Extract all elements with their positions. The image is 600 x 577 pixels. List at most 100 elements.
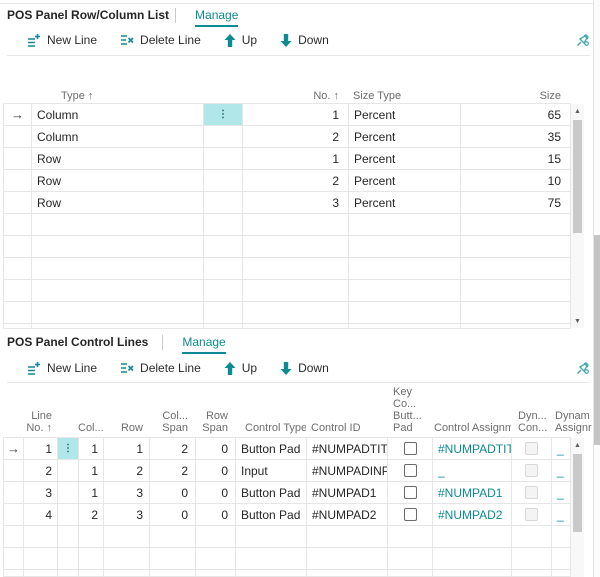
key-pad-checkbox[interactable] — [403, 508, 417, 521]
cell-col-span[interactable]: 2 — [150, 460, 196, 482]
cell-dynam-assignm[interactable]: _ — [552, 438, 571, 460]
column-header-type[interactable]: Type ↑ — [31, 90, 203, 102]
column-header-row-span[interactable]: Row Span — [195, 410, 235, 435]
key-pad-checkbox[interactable] — [403, 442, 417, 455]
part1-manage-tab[interactable]: Manage — [195, 8, 239, 27]
cell-col[interactable]: 1 — [79, 460, 104, 482]
cell-key-button-pad[interactable] — [388, 482, 433, 504]
column-header-line-no[interactable]: Line No. ↑ — [23, 410, 57, 435]
cell-key-button-pad[interactable] — [388, 438, 433, 460]
cell-size-type[interactable]: Percent — [349, 192, 461, 214]
key-pad-checkbox[interactable] — [403, 486, 417, 499]
cell-control-type[interactable]: Button Pad — [236, 438, 307, 460]
cell-control-type[interactable]: Button Pad — [236, 504, 307, 526]
cell-type[interactable]: Column — [32, 104, 204, 126]
page-scrollbar-thumb[interactable] — [594, 235, 600, 445]
cell-no[interactable]: 2 — [243, 170, 349, 192]
cell-type[interactable]: Column — [32, 126, 204, 148]
cell-menu[interactable] — [58, 482, 79, 504]
cell-control-assignm[interactable]: _ — [433, 460, 512, 482]
cell-row-span[interactable]: 0 — [196, 504, 236, 526]
row-selector[interactable]: → — [4, 438, 24, 460]
column-header-key-button-pad[interactable]: Key Co... Butt... Pad — [387, 386, 432, 435]
cell-size[interactable]: 75 — [461, 192, 571, 214]
row-selector[interactable] — [4, 460, 24, 482]
part2-options-button[interactable] — [576, 361, 590, 380]
cell-row[interactable]: 3 — [104, 482, 150, 504]
cell-menu[interactable] — [204, 170, 243, 192]
column-header-control-type[interactable]: Control Type — [235, 422, 306, 435]
cell-size[interactable]: 65 — [461, 104, 571, 126]
scroll-up-icon[interactable]: ▲ — [571, 104, 584, 118]
column-header-row[interactable]: Row — [103, 422, 149, 435]
cell-menu[interactable] — [204, 192, 243, 214]
table-row[interactable]: → Column ⋮ 1 Percent 65 — [4, 104, 571, 126]
selected-cell-menu[interactable]: ⋮ — [204, 104, 243, 126]
cell-line-no[interactable]: 4 — [24, 504, 58, 526]
cell-dyn-con[interactable] — [512, 504, 552, 526]
row-selector[interactable] — [4, 482, 24, 504]
column-header-col[interactable]: Col... — [78, 422, 104, 435]
table2-scrollbar[interactable]: ▲ — [571, 438, 584, 577]
cell-control-id[interactable]: #NUMPADTITL — [307, 438, 388, 460]
cell-dyn-con[interactable] — [512, 438, 552, 460]
part2-manage-tab[interactable]: Manage — [182, 335, 226, 354]
cell-size-type[interactable]: Percent — [349, 126, 461, 148]
row-selector[interactable] — [4, 170, 32, 192]
table1-scrollbar[interactable]: ▲ ▼ — [571, 104, 584, 328]
cell-line-no[interactable]: 3 — [24, 482, 58, 504]
cell-row-span[interactable]: 0 — [196, 482, 236, 504]
new-line-button[interactable]: New Line — [27, 361, 97, 375]
cell-menu[interactable] — [58, 504, 79, 526]
cell-type[interactable]: Row — [32, 170, 204, 192]
cell-menu[interactable] — [204, 148, 243, 170]
cell-no[interactable]: 3 — [243, 192, 349, 214]
cell-key-button-pad[interactable] — [388, 504, 433, 526]
cell-control-id[interactable]: #NUMPAD1 — [307, 482, 388, 504]
delete-line-button[interactable]: Delete Line — [120, 33, 201, 47]
cell-control-type[interactable]: Button Pad — [236, 482, 307, 504]
cell-row[interactable]: 1 — [104, 438, 150, 460]
cell-size-type[interactable]: Percent — [349, 104, 461, 126]
column-header-no[interactable]: No. ↑ — [242, 90, 348, 102]
table-row[interactable]: Row 3 Percent 75 — [4, 192, 571, 214]
row-selector[interactable]: → — [4, 104, 32, 126]
scrollbar-thumb[interactable] — [573, 120, 582, 233]
cell-no[interactable]: 1 — [243, 104, 349, 126]
cell-menu[interactable] — [204, 126, 243, 148]
table-row[interactable]: Row 1 Percent 15 — [4, 148, 571, 170]
table-row[interactable]: 2 1 2 2 0 Input #NUMPADINPUT _ _ — [4, 460, 571, 482]
column-header-control-id[interactable]: Control ID — [306, 422, 387, 435]
new-line-button[interactable]: New Line — [27, 33, 97, 47]
up-button[interactable]: Up — [224, 33, 257, 47]
table-row[interactable]: Row 2 Percent 10 — [4, 170, 571, 192]
cell-dynam-assignm[interactable]: _ — [552, 504, 571, 526]
cell-size[interactable]: 35 — [461, 126, 571, 148]
column-header-size[interactable]: Size — [460, 90, 570, 102]
key-pad-checkbox[interactable] — [403, 464, 417, 477]
row-selector[interactable] — [4, 148, 32, 170]
cell-control-id[interactable]: #NUMPAD2 — [307, 504, 388, 526]
scroll-down-icon[interactable]: ▼ — [571, 314, 584, 328]
cell-no[interactable]: 1 — [243, 148, 349, 170]
row-selector[interactable] — [4, 192, 32, 214]
cell-col-span[interactable]: 0 — [150, 504, 196, 526]
cell-row-span[interactable]: 0 — [196, 460, 236, 482]
cell-type[interactable]: Row — [32, 148, 204, 170]
cell-col-span[interactable]: 2 — [150, 438, 196, 460]
table-row[interactable]: 4 2 3 0 0 Button Pad #NUMPAD2 #NUMPAD2 _ — [4, 504, 571, 526]
cell-col[interactable]: 2 — [79, 504, 104, 526]
cell-size-type[interactable]: Percent — [349, 170, 461, 192]
row-selector[interactable] — [4, 126, 32, 148]
part1-options-button[interactable] — [576, 33, 590, 52]
selected-cell-menu[interactable]: ⋮ — [58, 438, 79, 460]
cell-key-button-pad[interactable] — [388, 460, 433, 482]
cell-control-type[interactable]: Input — [236, 460, 307, 482]
up-button[interactable]: Up — [224, 361, 257, 375]
table-row[interactable]: Column 2 Percent 35 — [4, 126, 571, 148]
cell-control-assignm[interactable]: #NUMPAD1 — [433, 482, 512, 504]
cell-row[interactable]: 3 — [104, 504, 150, 526]
row-selector[interactable] — [4, 504, 24, 526]
down-button[interactable]: Down — [280, 361, 329, 375]
cell-control-assignm[interactable]: #NUMPAD2 — [433, 504, 512, 526]
